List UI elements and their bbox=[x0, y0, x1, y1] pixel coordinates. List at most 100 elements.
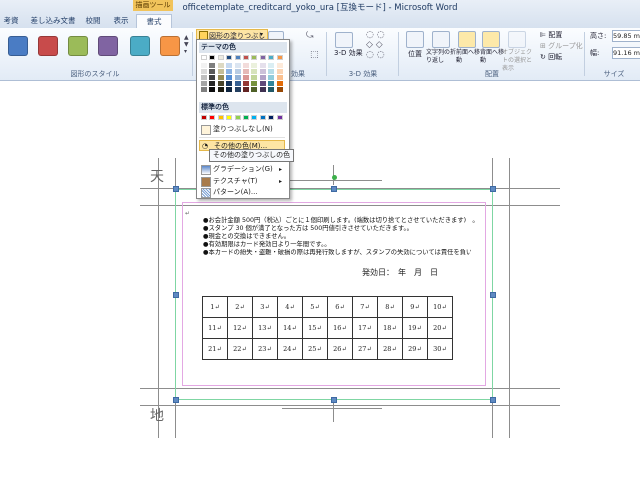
theme-shade-swatch[interactable] bbox=[259, 81, 266, 86]
tab-format[interactable]: 書式 bbox=[136, 14, 172, 29]
theme-shade-swatch[interactable] bbox=[209, 87, 216, 92]
theme-shade-swatch[interactable] bbox=[209, 69, 216, 74]
theme-shade-swatch[interactable] bbox=[201, 63, 207, 68]
theme-color-swatch[interactable] bbox=[201, 55, 207, 60]
theme-shade-swatch[interactable] bbox=[268, 63, 275, 68]
shape-style-red[interactable] bbox=[38, 36, 58, 56]
theme-shade-swatch[interactable] bbox=[276, 81, 283, 86]
theme-shade-swatch[interactable] bbox=[217, 87, 224, 92]
theme-shade-swatch[interactable] bbox=[234, 81, 241, 86]
selection-pane-icon[interactable] bbox=[508, 31, 526, 48]
theme-shade-swatch[interactable] bbox=[243, 81, 249, 86]
theme-shade-swatch[interactable] bbox=[234, 69, 241, 74]
text-wrap-label[interactable]: 文字列の折り返し bbox=[426, 49, 456, 65]
height-input[interactable]: 59.85 m bbox=[612, 30, 640, 42]
theme-shade-swatch[interactable] bbox=[251, 81, 258, 86]
theme-shade-swatch[interactable] bbox=[201, 69, 207, 74]
standard-color-swatch[interactable] bbox=[209, 115, 216, 120]
theme-shade-swatch[interactable] bbox=[276, 75, 283, 80]
standard-color-swatch[interactable] bbox=[251, 115, 258, 120]
theme-color-swatch[interactable] bbox=[243, 55, 249, 60]
theme-shade-swatch[interactable] bbox=[234, 75, 241, 80]
shape-style-aqua[interactable] bbox=[130, 36, 150, 56]
resize-handle[interactable] bbox=[490, 292, 496, 298]
theme-shade-swatch[interactable] bbox=[243, 63, 249, 68]
bring-front-icon[interactable] bbox=[458, 31, 476, 48]
theme-shade-swatch[interactable] bbox=[268, 69, 275, 74]
theme-color-swatch[interactable] bbox=[268, 55, 275, 60]
group-button[interactable]: ⊞ グループ化 bbox=[540, 41, 583, 51]
theme-shade-swatch[interactable] bbox=[226, 75, 233, 80]
theme-shade-swatch[interactable] bbox=[259, 75, 266, 80]
standard-color-swatch[interactable] bbox=[276, 115, 283, 120]
text-wrap-icon[interactable] bbox=[432, 31, 450, 48]
resize-handle[interactable] bbox=[331, 186, 337, 192]
send-back-icon[interactable] bbox=[482, 31, 500, 48]
document-area[interactable] bbox=[0, 81, 640, 480]
position-label[interactable]: 位置 bbox=[408, 49, 422, 59]
theme-shade-swatch[interactable] bbox=[201, 87, 207, 92]
theme-shade-swatch[interactable] bbox=[276, 63, 283, 68]
theme-shade-swatch[interactable] bbox=[251, 63, 258, 68]
tab-mailings[interactable]: 差し込み文書 bbox=[30, 14, 76, 28]
standard-color-swatch[interactable] bbox=[234, 115, 241, 120]
theme-shade-swatch[interactable] bbox=[276, 69, 283, 74]
theme-shade-swatch[interactable] bbox=[268, 87, 275, 92]
gallery-scroll-icon[interactable]: ▲ ▼ ▾ bbox=[184, 34, 189, 55]
pattern-item[interactable]: パターン(A)... bbox=[199, 187, 285, 198]
theme-shade-swatch[interactable] bbox=[276, 87, 283, 92]
theme-color-swatch[interactable] bbox=[276, 55, 283, 60]
tab-review[interactable]: 校閲 bbox=[82, 14, 104, 28]
shape-style-orange[interactable] bbox=[160, 36, 180, 56]
gradient-item[interactable]: グラデーション(G) ▸ bbox=[199, 164, 285, 175]
standard-color-swatch[interactable] bbox=[217, 115, 224, 120]
theme-color-swatch[interactable] bbox=[209, 55, 216, 60]
theme-shade-swatch[interactable] bbox=[259, 69, 266, 74]
theme-shade-swatch[interactable] bbox=[217, 63, 224, 68]
theme-shade-swatch[interactable] bbox=[217, 69, 224, 74]
theme-shade-swatch[interactable] bbox=[209, 63, 216, 68]
position-icon[interactable] bbox=[406, 31, 424, 48]
theme-shade-swatch[interactable] bbox=[243, 87, 249, 92]
theme-shade-swatch[interactable] bbox=[251, 87, 258, 92]
theme-shade-swatch[interactable] bbox=[209, 81, 216, 86]
standard-color-swatch[interactable] bbox=[243, 115, 249, 120]
theme-shade-swatch[interactable] bbox=[234, 63, 241, 68]
shape-style-green[interactable] bbox=[68, 36, 88, 56]
resize-handle[interactable] bbox=[490, 397, 496, 403]
texture-item[interactable]: テクスチャ(T) ▸ bbox=[199, 176, 285, 187]
bring-front-label[interactable]: 前面へ移動 bbox=[456, 49, 480, 65]
theme-shade-swatch[interactable] bbox=[226, 69, 233, 74]
theme-shade-swatch[interactable] bbox=[217, 75, 224, 80]
theme-shade-swatch[interactable] bbox=[226, 81, 233, 86]
shape-style-purple[interactable] bbox=[98, 36, 118, 56]
standard-color-swatch[interactable] bbox=[201, 115, 207, 120]
theme-shade-swatch[interactable] bbox=[201, 81, 207, 86]
theme-shade-swatch[interactable] bbox=[226, 63, 233, 68]
three-d-effects-label[interactable]: 3-D 効果 bbox=[334, 48, 363, 58]
theme-shade-swatch[interactable] bbox=[259, 63, 266, 68]
theme-shade-swatch[interactable] bbox=[259, 87, 266, 92]
theme-shade-swatch[interactable] bbox=[251, 75, 258, 80]
resize-handle[interactable] bbox=[173, 186, 179, 192]
theme-shade-swatch[interactable] bbox=[226, 87, 233, 92]
theme-shade-swatch[interactable] bbox=[268, 81, 275, 86]
shadow-effects-icon[interactable]: ⤿ bbox=[306, 31, 314, 41]
theme-shade-swatch[interactable] bbox=[268, 75, 275, 80]
theme-shade-swatch[interactable] bbox=[251, 69, 258, 74]
tab-view[interactable]: 表示 bbox=[110, 14, 132, 28]
nudge-shadow-icon[interactable]: ⬚ bbox=[310, 50, 319, 60]
theme-color-swatch[interactable] bbox=[259, 55, 266, 60]
rotation-handle[interactable] bbox=[332, 175, 337, 180]
resize-handle[interactable] bbox=[173, 397, 179, 403]
tilt-icons[interactable]: ◌ ◌ ◇ ◇ ◌ ◌ bbox=[366, 30, 385, 60]
rotate-button[interactable]: ↻ 回転 bbox=[540, 52, 562, 62]
no-fill-item[interactable]: 塗りつぶしなし(N) bbox=[199, 124, 285, 135]
resize-handle[interactable] bbox=[490, 186, 496, 192]
theme-shade-swatch[interactable] bbox=[209, 75, 216, 80]
theme-shade-swatch[interactable] bbox=[234, 87, 241, 92]
resize-handle[interactable] bbox=[173, 292, 179, 298]
send-back-label[interactable]: 背面へ移動 bbox=[480, 49, 504, 65]
tab-references[interactable]: 考資料 bbox=[0, 14, 22, 39]
theme-shade-swatch[interactable] bbox=[243, 69, 249, 74]
